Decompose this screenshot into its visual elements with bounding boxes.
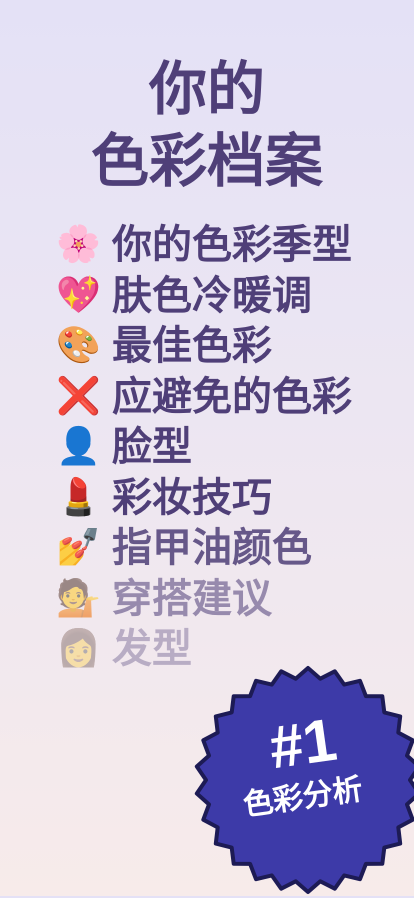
feature-label: 应避免的色彩 [112, 373, 352, 420]
sparkling-heart-icon: 💖 [56, 274, 101, 316]
feature-label: 肤色冷暖调 [112, 272, 312, 319]
woman-tipping-hand-icon: 💁 [56, 577, 101, 619]
feature-item-undertone: 💖 肤色冷暖调 [56, 271, 352, 322]
cross-mark-icon: ❌ [56, 375, 101, 417]
feature-item-best-colors: 🎨 最佳色彩 [56, 321, 352, 372]
page-title-line2: 色彩档案 [90, 127, 323, 195]
feature-item-makeup-tips: 💄 彩妆技巧 [56, 473, 352, 524]
feature-list: 🌸 你的色彩季型 💖 肤色冷暖调 🎨 最佳色彩 ❌ 应避免的色彩 👤 脸型 💄 … [56, 220, 352, 675]
page-title-line1: 你的 [148, 55, 265, 123]
feature-label: 最佳色彩 [112, 323, 272, 370]
nail-polish-icon: 💅 [56, 527, 101, 569]
feature-item-color-season: 🌸 你的色彩季型 [56, 220, 352, 271]
artist-palette-icon: 🎨 [56, 325, 101, 367]
feature-label: 穿搭建议 [112, 575, 272, 622]
feature-label: 彩妆技巧 [112, 474, 272, 521]
woman-face-icon: 👩 [56, 628, 101, 670]
feature-label: 指甲油颜色 [112, 525, 312, 572]
feature-item-nail-colors: 💅 指甲油颜色 [56, 523, 352, 574]
rank-badge: #1 色彩分析 [190, 662, 414, 898]
cherry-blossom-icon: 🌸 [56, 224, 101, 266]
feature-item-face-shape: 👤 脸型 [56, 422, 352, 473]
lipstick-icon: 💄 [56, 476, 101, 518]
feature-label: 发型 [112, 626, 192, 673]
bust-silhouette-icon: 👤 [56, 426, 101, 468]
feature-item-avoid-colors: ❌ 应避免的色彩 [56, 372, 352, 423]
feature-label: 你的色彩季型 [112, 222, 352, 269]
feature-label: 脸型 [112, 424, 192, 471]
feature-item-outfit-tips: 💁 穿搭建议 [56, 574, 352, 625]
